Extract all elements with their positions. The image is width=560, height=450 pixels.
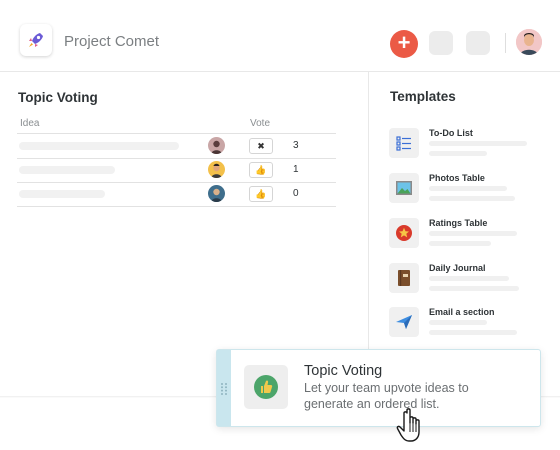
thumbs-up-icon	[244, 365, 288, 409]
vote-count: 1	[293, 164, 299, 175]
placeholder-line	[429, 276, 509, 281]
app-header: Project Comet +	[0, 0, 560, 72]
template-label: Ratings Table	[429, 218, 488, 228]
section-title: Topic Voting	[18, 90, 98, 105]
template-item-todo[interactable]: To-Do List	[389, 128, 549, 168]
checklist-icon	[389, 128, 419, 158]
hand-cursor-icon	[394, 406, 434, 446]
idea-placeholder	[19, 142, 179, 150]
placeholder-line	[429, 286, 519, 291]
rocket-icon[interactable]	[20, 24, 52, 56]
template-item-email[interactable]: Email a section	[389, 307, 549, 347]
placeholder-line	[429, 241, 491, 246]
vote-count: 3	[293, 140, 299, 151]
template-label: To-Do List	[429, 128, 473, 138]
avatar	[208, 185, 225, 202]
card-title: Topic Voting	[304, 363, 383, 379]
template-item-photos[interactable]: Photos Table	[389, 173, 549, 213]
vote-button[interactable]: 👍	[249, 162, 273, 178]
avatar	[208, 137, 225, 154]
table-row[interactable]: ✖ 3	[17, 134, 336, 158]
journal-icon	[389, 263, 419, 293]
dragged-template-card[interactable]: Topic Voting Let your team upvote ideas …	[216, 349, 541, 427]
paper-plane-icon	[389, 307, 419, 337]
app-title: Project Comet	[64, 33, 160, 50]
placeholder-line	[429, 231, 517, 236]
avatar	[208, 161, 225, 178]
table-row[interactable]: 👍 0	[17, 182, 336, 206]
placeholder-line	[429, 320, 487, 325]
idea-placeholder	[19, 166, 115, 174]
template-item-ratings[interactable]: Ratings Table	[389, 218, 549, 258]
template-label: Email a section	[429, 307, 495, 317]
table-row[interactable]: 👍 1	[17, 158, 336, 182]
idea-placeholder	[19, 190, 105, 198]
column-header-vote: Vote	[250, 118, 271, 129]
table-divider	[17, 206, 336, 207]
placeholder-line	[429, 186, 507, 191]
template-label: Photos Table	[429, 173, 485, 183]
add-button[interactable]: +	[390, 30, 418, 58]
toolbar-button[interactable]	[466, 31, 490, 55]
placeholder-line	[429, 151, 487, 156]
photo-icon	[389, 173, 419, 203]
template-item-journal[interactable]: Daily Journal	[389, 263, 549, 303]
column-header-idea: Idea	[20, 118, 40, 129]
panel-divider	[368, 72, 369, 396]
template-label: Daily Journal	[429, 263, 486, 273]
user-avatar[interactable]	[516, 29, 542, 55]
placeholder-line	[429, 196, 515, 201]
grip-icon	[220, 382, 228, 396]
placeholder-line	[429, 330, 517, 335]
toolbar-button[interactable]	[429, 31, 453, 55]
vote-button[interactable]: 👍	[249, 186, 273, 202]
star-icon	[389, 218, 419, 248]
divider	[505, 33, 506, 53]
vote-count: 0	[293, 188, 299, 199]
drag-handle[interactable]	[217, 350, 231, 426]
vote-button[interactable]: ✖	[249, 138, 273, 154]
templates-title: Templates	[390, 89, 456, 104]
placeholder-line	[429, 141, 527, 146]
